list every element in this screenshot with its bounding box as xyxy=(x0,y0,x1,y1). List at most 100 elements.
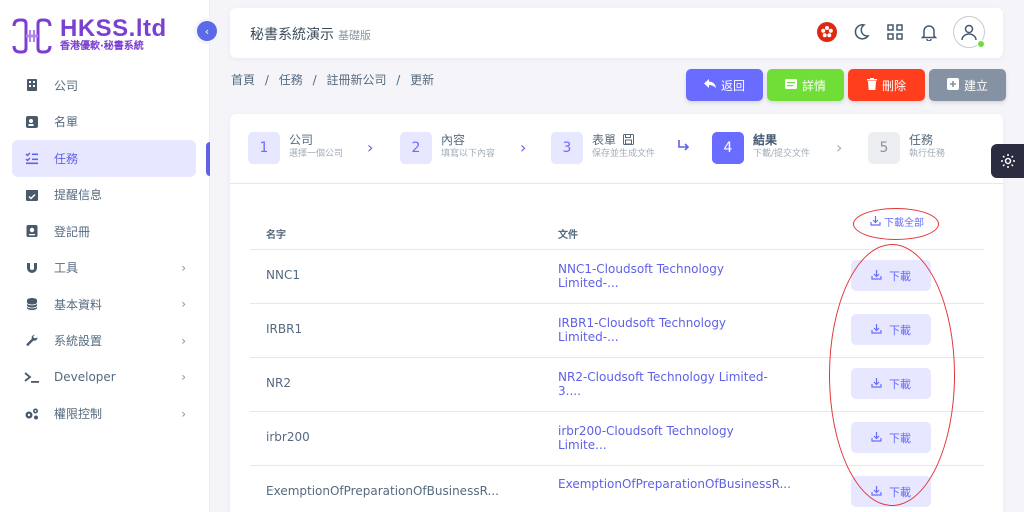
column-header-file: 文件 xyxy=(558,230,578,241)
step-task[interactable]: 5 任務 執行任務 xyxy=(868,132,945,164)
table-row-file-link[interactable]: ExemptionOfPreparationOfBusinessR... xyxy=(558,477,791,491)
chevron-right-icon: › xyxy=(181,260,186,275)
hkss-logo-icon xyxy=(12,18,52,54)
table-row-name: IRBR1 xyxy=(266,322,303,336)
sidebar-item-developer[interactable]: Developer › xyxy=(12,359,196,396)
download-icon xyxy=(871,431,882,445)
step-result[interactable]: 4 結果 下載/提交文件 xyxy=(712,132,810,164)
download-label: 下載 xyxy=(889,323,911,337)
sidebar-item-company[interactable]: 公司 xyxy=(12,67,196,104)
sidebar-item-label: 公司 xyxy=(54,78,79,93)
sidebar-item-register[interactable]: 登記冊 xyxy=(12,213,196,250)
create-button[interactable]: 建立 xyxy=(929,69,1006,101)
chevron-right-icon: › xyxy=(367,138,374,157)
step-title: 表單 xyxy=(592,132,655,148)
contact-card-icon xyxy=(24,114,40,130)
table-row-name: ExemptionOfPreparationOfBusinessR... xyxy=(266,484,499,498)
online-status-dot xyxy=(977,40,985,48)
sidebar-item-system-settings[interactable]: 系統設置 › xyxy=(12,323,196,360)
sidebar-item-tasks[interactable]: 任務 xyxy=(12,140,196,177)
moon-icon[interactable] xyxy=(849,20,873,44)
step-number: 2 xyxy=(400,132,432,164)
trash-icon xyxy=(866,77,877,93)
brand-title: HKSS.ltd xyxy=(60,15,167,42)
sidebar-item-label: 任務 xyxy=(54,151,79,166)
grid-icon[interactable] xyxy=(883,20,907,44)
table-row-name: NNC1 xyxy=(266,268,300,282)
download-all-label: 下載全部 xyxy=(884,218,924,229)
step-number: 4 xyxy=(712,132,744,164)
hk-flag-icon[interactable] xyxy=(815,20,839,44)
chevron-right-icon: › xyxy=(520,138,527,157)
step-content[interactable]: 2 內容 填寫以下內容 xyxy=(400,132,495,164)
back-button[interactable]: 返回 xyxy=(686,69,763,101)
corner-arrow-icon xyxy=(677,138,691,157)
magnet-icon xyxy=(24,260,40,276)
chevron-left-icon: ‹ xyxy=(204,24,210,38)
table-row-name: irbr200 xyxy=(266,430,310,444)
user-avatar-icon[interactable] xyxy=(953,16,985,48)
action-buttons: 返回 詳情 刪除 建立 xyxy=(686,69,1010,101)
table-row-file-link[interactable]: NR2-Cloudsoft Technology Limited-3.... xyxy=(558,370,778,398)
calendar-check-icon xyxy=(24,187,40,203)
sidebar-item-reminders[interactable]: 提醒信息 xyxy=(12,177,196,214)
step-form[interactable]: 3 表單 保存並生成文件 xyxy=(551,132,655,164)
detail-label: 詳情 xyxy=(801,78,826,93)
detail-button[interactable]: 詳情 xyxy=(767,69,844,101)
sidebar-collapse-button[interactable]: ‹ xyxy=(197,21,217,41)
download-button[interactable]: 下載 xyxy=(851,422,931,453)
detail-card-icon xyxy=(784,78,797,92)
table-row-file-link[interactable]: irbr200-Cloudsoft Technology Limite... xyxy=(558,424,778,452)
sidebar-item-basic-data[interactable]: 基本資料 › xyxy=(12,286,196,323)
breadcrumb-home[interactable]: 首頁 xyxy=(231,73,255,87)
chevron-right-icon: › xyxy=(181,406,186,421)
download-button[interactable]: 下載 xyxy=(851,368,931,399)
table-row-name: NR2 xyxy=(266,376,291,390)
chevron-right-icon: › xyxy=(836,138,843,157)
sidebar-item-permissions[interactable]: 權限控制 › xyxy=(12,396,196,433)
delete-label: 刪除 xyxy=(881,78,906,93)
breadcrumb-tasks[interactable]: 任務 xyxy=(279,73,303,87)
sidebar-item-label: 基本資料 xyxy=(54,297,103,312)
delete-button[interactable]: 刪除 xyxy=(848,69,925,101)
download-button[interactable]: 下載 xyxy=(851,314,931,345)
sidebar-item-list[interactable]: 名單 xyxy=(12,104,196,141)
download-icon xyxy=(871,269,882,283)
step-subtitle: 填寫以下內容 xyxy=(441,149,496,159)
download-all-link[interactable]: 下載全部 xyxy=(870,214,924,229)
page-title: 秘書系統演示 基礎版 xyxy=(250,24,371,44)
table-row-file-link[interactable]: NNC1-Cloudsoft Technology Limited-... xyxy=(558,262,778,290)
gear-icon xyxy=(1000,154,1015,168)
download-button[interactable]: 下載 xyxy=(851,260,931,291)
breadcrumb-register-company[interactable]: 註冊新公司 xyxy=(326,73,386,87)
save-icon xyxy=(622,134,634,145)
sidebar-item-label: 登記冊 xyxy=(54,224,91,239)
step-number: 3 xyxy=(551,132,583,164)
step-subtitle: 選擇一個公司 xyxy=(289,149,344,159)
table-divider xyxy=(250,249,984,250)
step-subtitle: 下載/提交文件 xyxy=(753,149,811,159)
sidebar-item-label: 權限控制 xyxy=(54,407,103,422)
task-result-card: 1 公司 選擇一個公司 › 2 內容 填寫以下內容 › 3 表單 保存並生成文件 xyxy=(230,114,1003,512)
wizard-stepper: 1 公司 選擇一個公司 › 2 內容 填寫以下內容 › 3 表單 保存並生成文件 xyxy=(230,114,1003,184)
sidebar-item-tools[interactable]: 工具 › xyxy=(12,250,196,287)
step-company[interactable]: 1 公司 選擇一個公司 xyxy=(248,132,343,164)
breadcrumb-separator: / xyxy=(264,73,269,87)
bell-icon[interactable] xyxy=(917,20,941,44)
breadcrumb: 首頁 / 任務 / 註冊新公司 / 更新 xyxy=(231,71,440,88)
step-title: 公司 xyxy=(289,133,314,147)
brand-logo[interactable]: HKSS.ltd 香港優軟·秘書系統 xyxy=(8,16,167,56)
download-icon xyxy=(871,485,882,499)
chevron-right-icon: › xyxy=(181,333,186,348)
breadcrumb-separator: / xyxy=(312,73,317,87)
table-row-file-link[interactable]: IRBR1-Cloudsoft Technology Limited-... xyxy=(558,316,778,344)
breadcrumb-current: 更新 xyxy=(410,73,435,87)
download-label: 下載 xyxy=(889,269,911,283)
download-button[interactable]: 下載 xyxy=(851,476,931,507)
settings-gear-button[interactable] xyxy=(991,144,1024,178)
column-header-name: 名字 xyxy=(266,230,286,241)
download-icon xyxy=(870,215,881,229)
step-title: 內容 xyxy=(441,133,466,147)
sidebar-item-label: Developer xyxy=(54,370,116,385)
register-book-icon xyxy=(24,223,40,239)
